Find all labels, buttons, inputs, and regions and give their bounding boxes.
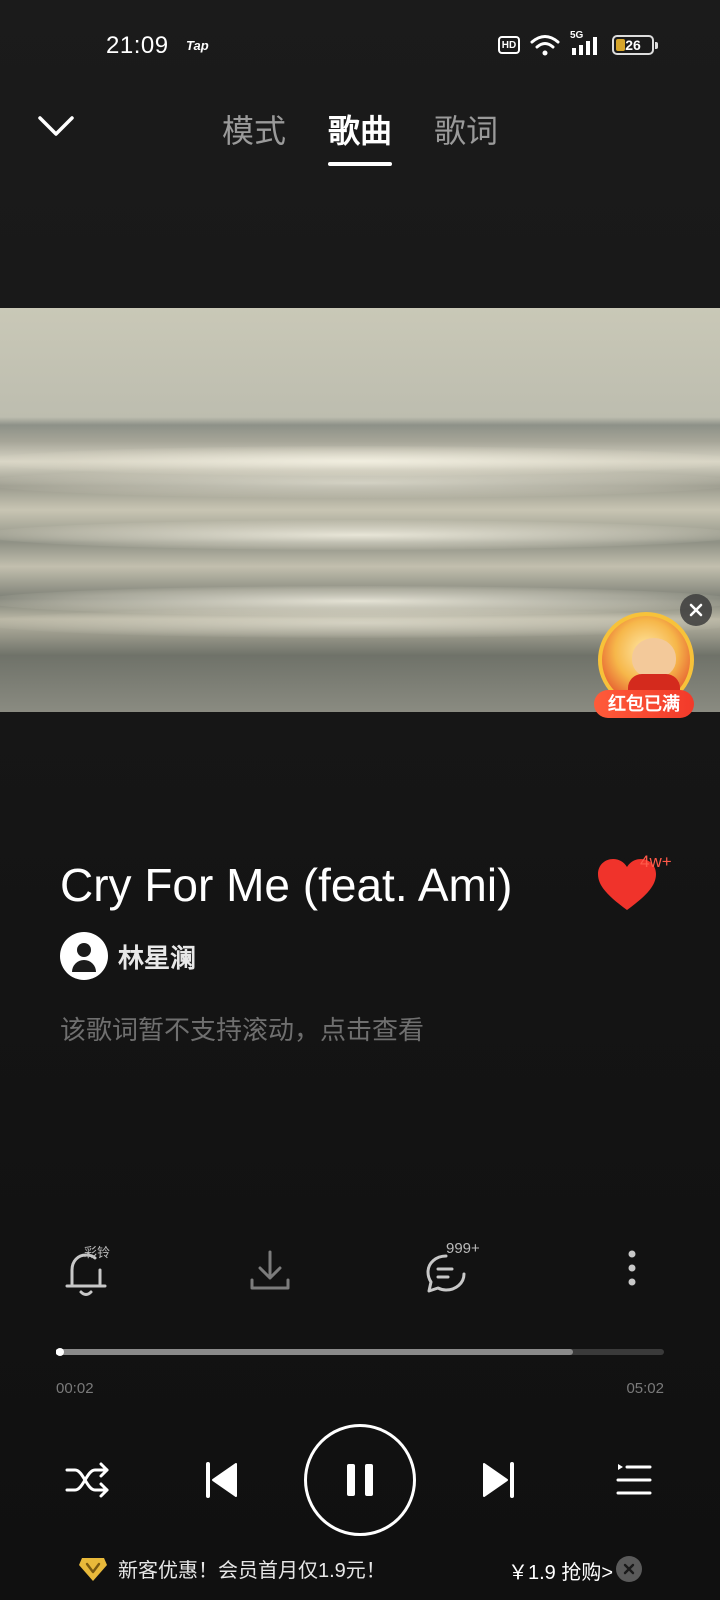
progress-buffer: [56, 1349, 573, 1355]
promo-close-button[interactable]: [616, 1556, 642, 1582]
red-packet-widget[interactable]: 红包已满: [594, 608, 698, 720]
close-icon: [689, 603, 703, 617]
tab-lyrics[interactable]: 歌词: [434, 106, 498, 166]
total-time: 05:02: [626, 1380, 664, 1397]
progress-bar[interactable]: [56, 1348, 664, 1356]
status-icons: HD 5G 26: [498, 30, 658, 56]
next-icon: [483, 1462, 514, 1498]
song-title: Cry For Me (feat. Ami): [60, 859, 513, 911]
red-packet-close-button[interactable]: [680, 594, 712, 626]
tab-bar: 模式 歌曲 歌词: [0, 106, 720, 166]
like-button[interactable]: 4w+: [596, 852, 676, 912]
current-time: 00:02: [56, 1380, 94, 1397]
close-icon: [623, 1563, 635, 1575]
vip-promo-banner[interactable]: 新客优惠！会员首月仅1.9元！: [78, 1554, 386, 1583]
shuffle-button[interactable]: [64, 1456, 112, 1504]
promo-text: 新客优惠！会员首月仅1.9元！: [118, 1560, 386, 1582]
red-packet-label: 红包已满: [594, 690, 694, 718]
like-count: 4w+: [640, 852, 672, 871]
playlist-icon: [616, 1464, 652, 1495]
ringtone-badge: 彩铃: [84, 1245, 111, 1260]
promo-buy-link[interactable]: ￥1.9 抢购>: [508, 1556, 613, 1585]
battery-icon: 26: [612, 35, 658, 55]
shuffle-icon: [65, 1462, 109, 1498]
play-pause-button[interactable]: [304, 1424, 416, 1536]
more-icon: [628, 1250, 636, 1286]
download-icon: [250, 1250, 290, 1290]
previous-button[interactable]: [196, 1456, 244, 1504]
ringtone-button[interactable]: 彩铃: [58, 1244, 118, 1300]
download-button[interactable]: [240, 1244, 300, 1300]
comment-button[interactable]: 999+: [424, 1240, 484, 1300]
wifi-icon: [530, 35, 560, 56]
lyric-hint[interactable]: 该歌词暂不支持滚动，点击查看: [60, 1010, 424, 1047]
vip-diamond-icon: [79, 1557, 107, 1581]
status-time: 21:09: [106, 32, 169, 59]
comment-icon: [426, 1254, 466, 1293]
cellular-icon: 5G: [570, 30, 602, 56]
battery-level: 26: [625, 37, 641, 53]
next-button[interactable]: [476, 1456, 524, 1504]
artist-link[interactable]: 林星澜: [60, 932, 196, 980]
status-app-indicator: Tap: [186, 38, 209, 53]
playlist-button[interactable]: [610, 1456, 658, 1504]
artist-name: 林星澜: [118, 942, 197, 973]
hd-icon: HD: [498, 36, 520, 54]
comment-count: 999+: [446, 1240, 480, 1257]
tab-song[interactable]: 歌曲: [327, 106, 393, 166]
more-button[interactable]: [602, 1244, 662, 1300]
pause-icon: [347, 1464, 373, 1496]
previous-icon: [206, 1462, 237, 1498]
artist-avatar-icon: [60, 932, 108, 980]
tab-mode[interactable]: 模式: [222, 106, 286, 166]
